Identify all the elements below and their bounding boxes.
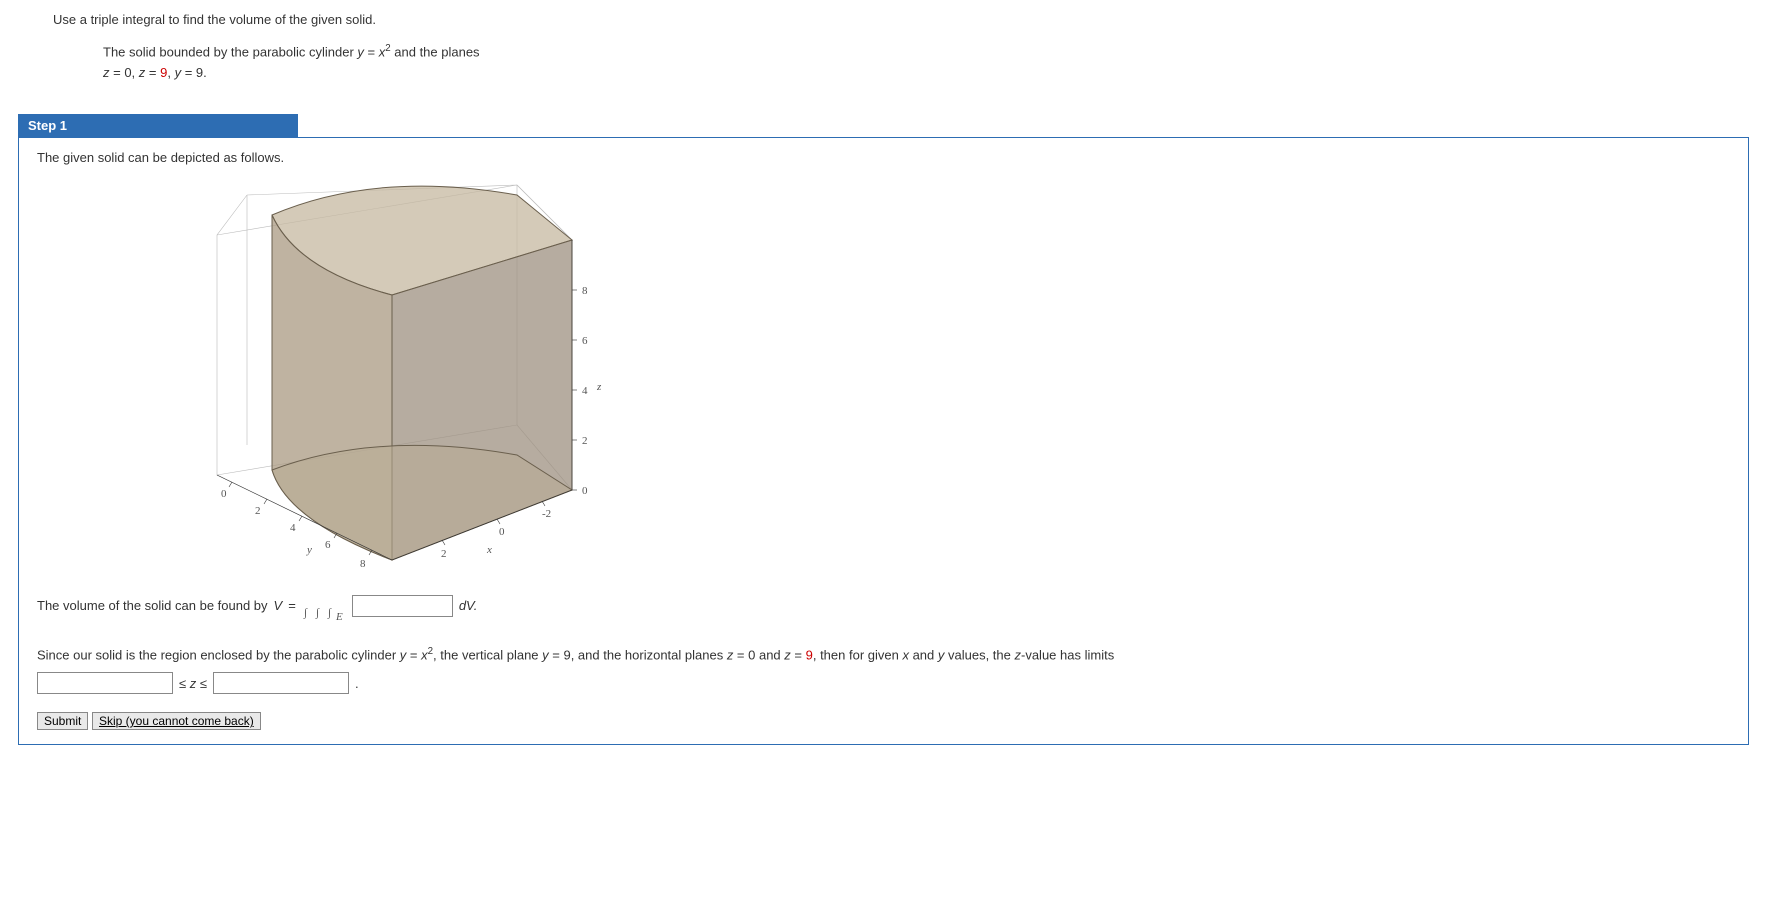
svg-text:6: 6 (325, 539, 331, 551)
svg-text:0: 0 (499, 526, 505, 538)
svg-text:z: z (596, 381, 602, 393)
skip-button[interactable]: Skip (you cannot come back) (92, 712, 261, 730)
integrand-input[interactable] (352, 595, 453, 617)
svg-text:2: 2 (441, 548, 447, 560)
solid-graph: 0 2 4 6 8 z -2 0 2 x (177, 175, 1730, 578)
svg-text:∫: ∫ (303, 607, 308, 619)
step-intro: The given solid can be depicted as follo… (37, 150, 1730, 165)
svg-text:2: 2 (255, 505, 261, 517)
z-upper-input[interactable] (213, 672, 349, 694)
step-box: The given solid can be depicted as follo… (18, 137, 1749, 745)
svg-text:x: x (486, 544, 492, 556)
z-lower-input[interactable] (37, 672, 173, 694)
submit-button[interactable]: Submit (37, 712, 88, 730)
svg-text:∫: ∫ (315, 607, 320, 619)
svg-text:E: E (335, 611, 343, 623)
svg-text:8: 8 (360, 558, 366, 570)
svg-text:4: 4 (290, 522, 296, 534)
problem-statement: Use a triple integral to find the volume… (53, 10, 1749, 84)
z-limits-line: ≤ z ≤ . (37, 672, 1730, 694)
step-header: Step 1 (18, 114, 298, 137)
svg-text:6: 6 (582, 335, 588, 347)
svg-text:∫: ∫ (327, 607, 332, 619)
button-row: Submit Skip (you cannot come back) (37, 712, 1730, 730)
problem-detail: The solid bounded by the parabolic cylin… (103, 41, 1749, 84)
triple-integral-icon: ∫ ∫ ∫ E (302, 588, 346, 624)
svg-text:0: 0 (221, 488, 227, 500)
svg-text:2: 2 (582, 435, 588, 447)
region-description: Since our solid is the region enclosed b… (37, 644, 1730, 666)
instruction: Use a triple integral to find the volume… (53, 10, 1749, 31)
volume-formula-line: The volume of the solid can be found by … (37, 588, 1730, 624)
svg-text:0: 0 (582, 485, 588, 497)
svg-text:4: 4 (582, 385, 588, 397)
svg-text:y: y (306, 544, 312, 556)
graph-svg: 0 2 4 6 8 z -2 0 2 x (177, 175, 617, 575)
svg-text:8: 8 (582, 285, 588, 297)
svg-text:-2: -2 (542, 508, 551, 520)
